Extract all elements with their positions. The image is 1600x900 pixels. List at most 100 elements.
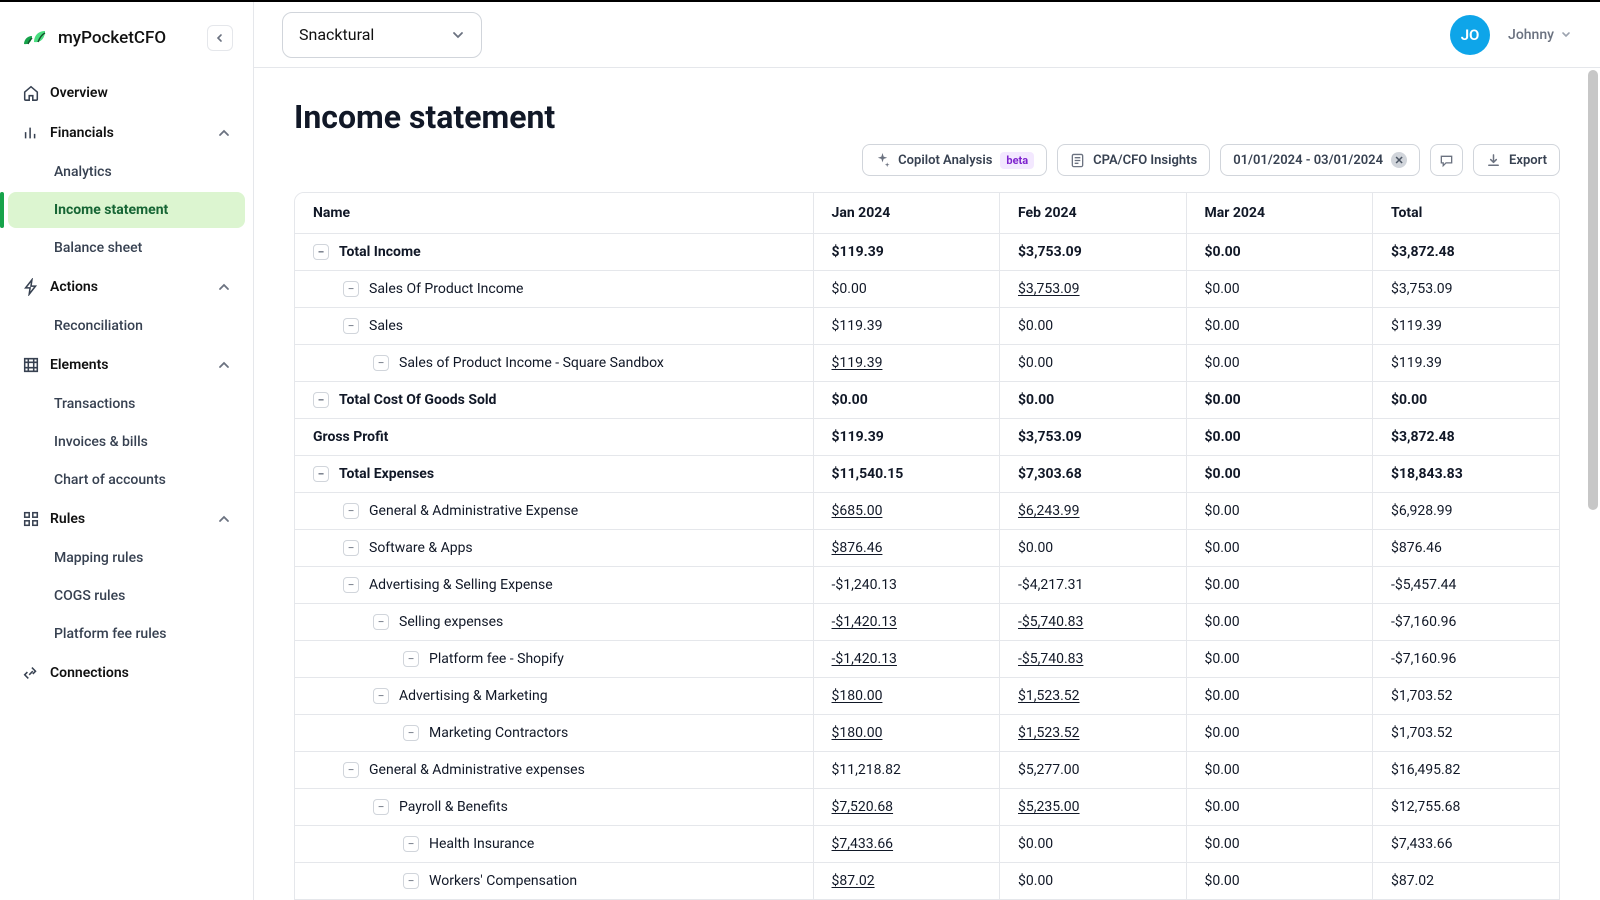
cell-value[interactable]: $119.39 bbox=[813, 345, 999, 382]
cell-value[interactable]: $685.00 bbox=[813, 493, 999, 530]
collapse-toggle[interactable]: − bbox=[343, 503, 359, 519]
cell-value[interactable]: -$1,420.13 bbox=[813, 641, 999, 678]
amount: $0.00 bbox=[1205, 799, 1240, 815]
company-select[interactable]: Snacktural bbox=[282, 12, 482, 58]
amount[interactable]: $6,243.99 bbox=[1018, 503, 1080, 519]
table-row: −Sales$119.39$0.00$0.00$119.39 bbox=[295, 308, 1559, 345]
row-name: Sales bbox=[369, 318, 403, 334]
cell-value: $0.00 bbox=[1186, 456, 1372, 493]
logo[interactable]: myPocketCFO bbox=[20, 22, 166, 54]
content: Income statement Copilot Analysis beta C… bbox=[254, 68, 1600, 900]
sidebar-item-income-statement[interactable]: Income statement bbox=[8, 192, 245, 228]
sidebar-item-platform-fee-rules[interactable]: Platform fee rules bbox=[8, 616, 245, 652]
cell-value: $0.00 bbox=[813, 271, 999, 308]
collapse-toggle[interactable]: − bbox=[403, 836, 419, 852]
sidebar-item-invoices-bills[interactable]: Invoices & bills bbox=[8, 424, 245, 460]
amount[interactable]: -$1,420.13 bbox=[832, 651, 897, 667]
cell-value: $119.39 bbox=[813, 419, 999, 456]
user-menu[interactable]: Johnny bbox=[1508, 27, 1572, 43]
sidebar-item-transactions[interactable]: Transactions bbox=[8, 386, 245, 422]
amount[interactable]: $3,753.09 bbox=[1018, 281, 1080, 297]
collapse-toggle[interactable]: − bbox=[313, 392, 329, 408]
cell-value[interactable]: -$5,740.83 bbox=[1000, 641, 1186, 678]
amount[interactable]: $685.00 bbox=[832, 503, 883, 519]
collapse-toggle[interactable]: − bbox=[373, 799, 389, 815]
collapse-toggle[interactable]: − bbox=[343, 318, 359, 334]
avatar[interactable]: JO bbox=[1450, 15, 1490, 55]
collapse-toggle[interactable]: − bbox=[403, 725, 419, 741]
amount[interactable]: $1,523.52 bbox=[1018, 688, 1080, 704]
clear-date-icon[interactable]: ✕ bbox=[1391, 152, 1407, 168]
income-table-wrap[interactable]: Name Jan 2024 Feb 2024 Mar 2024 Total −T… bbox=[294, 192, 1560, 900]
collapse-toggle[interactable]: − bbox=[373, 688, 389, 704]
sidebar-item-balance-sheet[interactable]: Balance sheet bbox=[8, 230, 245, 266]
row-name: Sales Of Product Income bbox=[369, 281, 523, 297]
cell-value[interactable]: -$1,420.13 bbox=[813, 604, 999, 641]
sidebar-item-cogs-rules[interactable]: COGS rules bbox=[8, 578, 245, 614]
sidebar-item-analytics[interactable]: Analytics bbox=[8, 154, 245, 190]
cpa-insights-button[interactable]: CPA/CFO Insights bbox=[1057, 144, 1210, 176]
export-button[interactable]: Export bbox=[1473, 144, 1560, 176]
cell-value[interactable]: $5,235.00 bbox=[1000, 789, 1186, 826]
amount: $0.00 bbox=[1018, 836, 1053, 852]
collapse-toggle[interactable]: − bbox=[343, 762, 359, 778]
arrow-left-icon bbox=[214, 32, 226, 44]
amount[interactable]: $180.00 bbox=[832, 688, 883, 704]
sidebar-group-actions[interactable]: Actions bbox=[8, 268, 245, 306]
scrollbar-thumb[interactable] bbox=[1588, 70, 1598, 510]
table-row: −Sales of Product Income - Square Sandbo… bbox=[295, 345, 1559, 382]
amount[interactable]: $5,235.00 bbox=[1018, 799, 1080, 815]
amount[interactable]: -$5,740.83 bbox=[1018, 614, 1083, 630]
cell-value[interactable]: $180.00 bbox=[813, 715, 999, 752]
amount: -$1,240.13 bbox=[832, 577, 897, 593]
amount[interactable]: $119.39 bbox=[832, 355, 883, 371]
amount[interactable]: $7,520.68 bbox=[832, 799, 894, 815]
sidebar-item-overview[interactable]: Overview bbox=[8, 74, 245, 112]
collapse-toggle[interactable]: − bbox=[403, 651, 419, 667]
amount: $0.00 bbox=[1205, 392, 1241, 408]
sparkle-icon bbox=[875, 153, 890, 168]
row-name-cell: Gross Profit bbox=[295, 419, 813, 456]
sidebar-item-label: Invoices & bills bbox=[54, 434, 148, 450]
amount: $0.00 bbox=[1205, 244, 1241, 260]
sidebar-item-mapping-rules[interactable]: Mapping rules bbox=[8, 540, 245, 576]
amount[interactable]: -$1,420.13 bbox=[832, 614, 897, 630]
collapse-toggle[interactable]: − bbox=[343, 540, 359, 556]
sidebar-item-connections[interactable]: Connections bbox=[8, 654, 245, 692]
sidebar-group-rules[interactable]: Rules bbox=[8, 500, 245, 538]
amount[interactable]: -$5,740.83 bbox=[1018, 651, 1083, 667]
amount[interactable]: $7,433.66 bbox=[832, 836, 894, 852]
sidebar-item-label: Mapping rules bbox=[54, 550, 143, 566]
collapse-toggle[interactable]: − bbox=[373, 614, 389, 630]
cell-value[interactable]: $1,523.52 bbox=[1000, 678, 1186, 715]
copilot-analysis-button[interactable]: Copilot Analysis beta bbox=[862, 144, 1047, 176]
sidebar-group-financials[interactable]: Financials bbox=[8, 114, 245, 152]
cell-value[interactable]: $1,523.52 bbox=[1000, 715, 1186, 752]
cell-value[interactable]: -$5,740.83 bbox=[1000, 604, 1186, 641]
collapse-toggle[interactable]: − bbox=[403, 873, 419, 889]
collapse-toggle[interactable]: − bbox=[313, 466, 329, 482]
collapse-toggle[interactable]: − bbox=[373, 355, 389, 371]
cell-value[interactable]: $6,243.99 bbox=[1000, 493, 1186, 530]
sidebar-item-reconciliation[interactable]: Reconciliation bbox=[8, 308, 245, 344]
collapse-sidebar-button[interactable] bbox=[207, 25, 233, 51]
amount[interactable]: $876.46 bbox=[832, 540, 883, 556]
table-row: −Total Cost Of Goods Sold$0.00$0.00$0.00… bbox=[295, 382, 1559, 419]
comment-button[interactable] bbox=[1430, 144, 1463, 176]
cell-value[interactable]: $87.02 bbox=[813, 863, 999, 900]
cell-value[interactable]: $3,753.09 bbox=[1000, 271, 1186, 308]
amount[interactable]: $1,523.52 bbox=[1018, 725, 1080, 741]
cell-value[interactable]: $7,433.66 bbox=[813, 826, 999, 863]
cell-value[interactable]: $876.46 bbox=[813, 530, 999, 567]
collapse-toggle[interactable]: − bbox=[313, 244, 329, 260]
date-range-button[interactable]: 01/01/2024 - 03/01/2024 ✕ bbox=[1220, 144, 1420, 176]
sidebar-item-chart-of-accounts[interactable]: Chart of accounts bbox=[8, 462, 245, 498]
cell-value[interactable]: $7,520.68 bbox=[813, 789, 999, 826]
page-scrollbar[interactable] bbox=[1582, 2, 1600, 882]
collapse-toggle[interactable]: − bbox=[343, 577, 359, 593]
cell-value[interactable]: $180.00 bbox=[813, 678, 999, 715]
sidebar-group-elements[interactable]: Elements bbox=[8, 346, 245, 384]
amount[interactable]: $180.00 bbox=[832, 725, 883, 741]
amount[interactable]: $87.02 bbox=[832, 873, 875, 889]
collapse-toggle[interactable]: − bbox=[343, 281, 359, 297]
